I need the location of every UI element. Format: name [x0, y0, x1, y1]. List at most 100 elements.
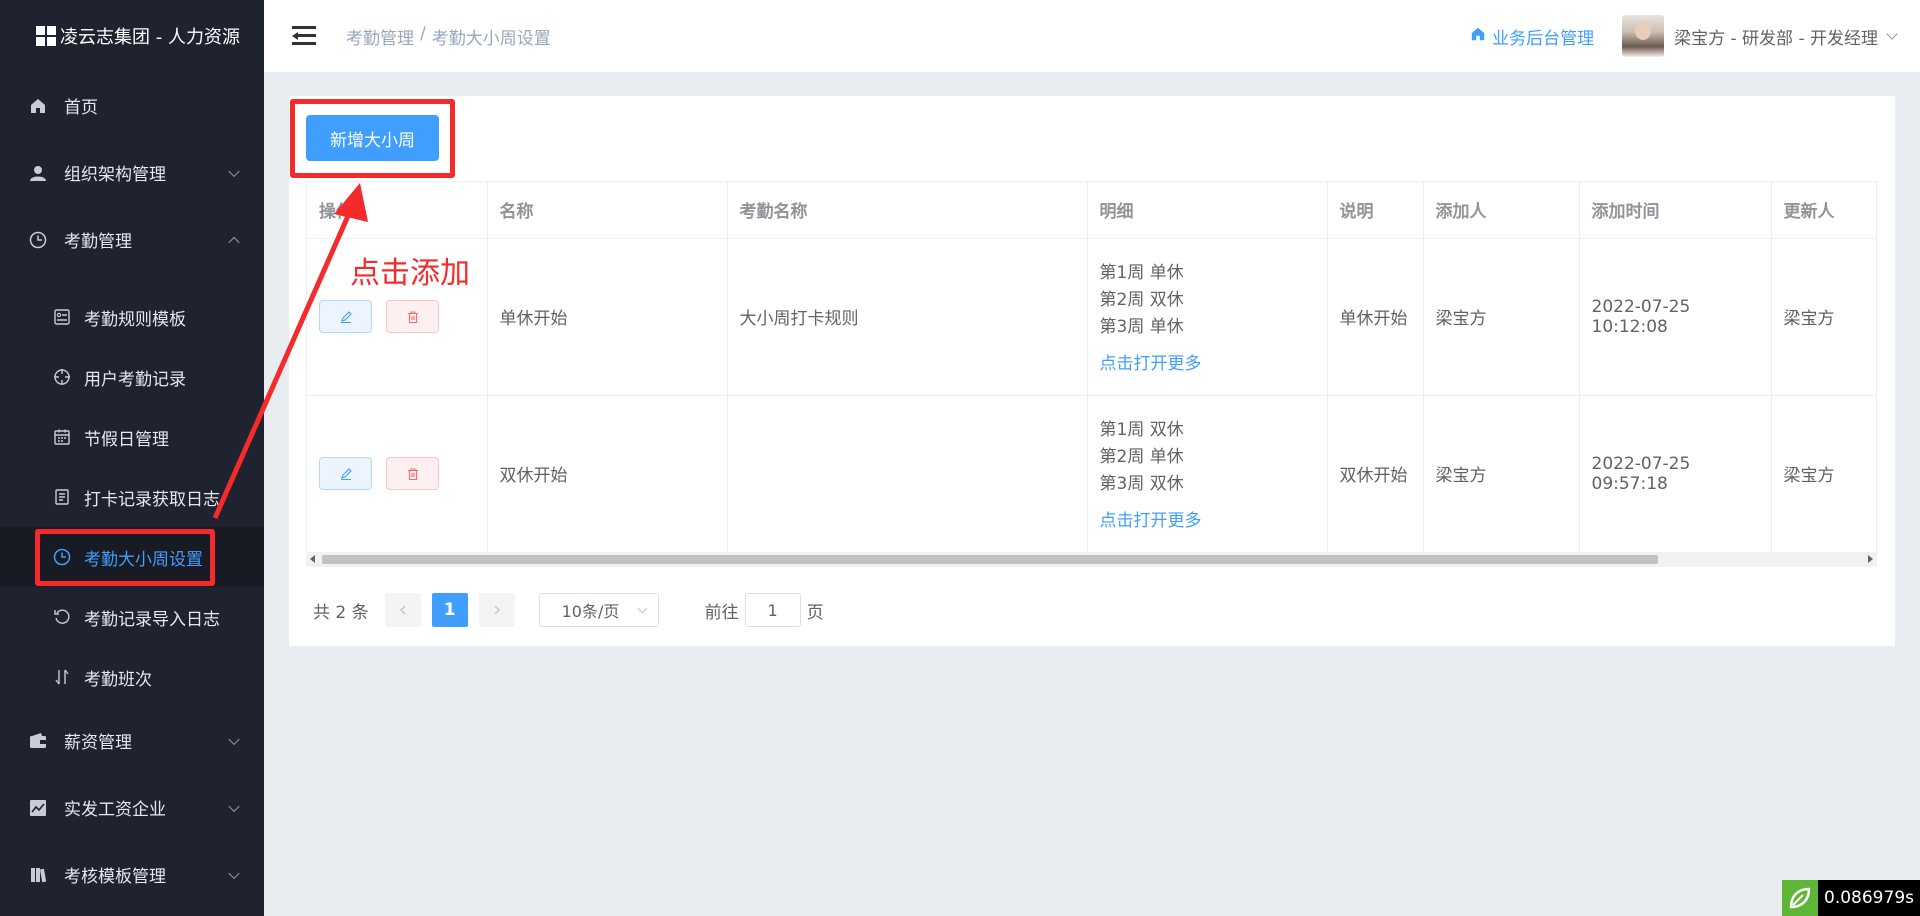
scroll-right-icon[interactable]	[1868, 555, 1873, 563]
breadcrumb: 考勤管理 / 考勤大小周设置	[346, 24, 551, 49]
sidebar-subitem-week-setting[interactable]: 考勤大小周设置	[0, 527, 264, 587]
sidebar-item-assessment[interactable]: 考核模板管理	[0, 841, 264, 908]
detail-cell: 第1周 单休 第2周 双休 第3周 单休 点击打开更多	[1087, 238, 1328, 396]
pagination: 共 2 条 1 10条/页 前往 页	[313, 593, 824, 627]
column-header: 更新人	[1771, 182, 1876, 239]
name-cell: 双休开始	[487, 395, 728, 553]
sidebar-subitem-user-records[interactable]: 用户考勤记录	[0, 347, 264, 407]
sidebar-subitem-label: 打卡记录获取日志	[84, 489, 220, 510]
show-more-link[interactable]: 点击打开更多	[1100, 349, 1315, 374]
delete-button[interactable]	[386, 300, 439, 333]
edit-icon	[340, 310, 352, 323]
scrollbar-thumb[interactable]	[322, 555, 1658, 564]
sidebar-item-label: 考核模板管理	[64, 867, 166, 887]
user-icon	[28, 163, 48, 183]
sidebar-item-label: 薪资管理	[64, 733, 132, 753]
sidebar-item-label: 首页	[64, 98, 98, 118]
name-cell: 单休开始	[487, 238, 728, 396]
brand-title: 凌云志集团 - 人力资源	[60, 27, 240, 48]
trash-icon	[407, 467, 418, 480]
chevron-down-icon	[228, 800, 240, 812]
updater-cell: 梁宝方	[1771, 238, 1876, 396]
detail-line: 第1周 单休	[1099, 262, 1184, 283]
sidebar-item-label: 实发工资企业	[64, 800, 166, 820]
edit-icon	[340, 467, 352, 480]
show-more-link[interactable]: 点击打开更多	[1100, 506, 1315, 531]
page-suffix: 页	[806, 602, 824, 623]
goto-label: 前往	[704, 602, 739, 623]
column-header: 说明	[1327, 182, 1424, 239]
goto-page-input[interactable]	[744, 593, 801, 627]
sidebar-subitem-label: 考勤规则模板	[84, 309, 186, 330]
creator-cell: 梁宝方	[1423, 238, 1580, 396]
sidebar-item-attendance[interactable]: 考勤管理	[0, 206, 264, 273]
time-cell: 2022-07-25 09:57:18	[1579, 395, 1772, 553]
sidebar-subitem-label: 节假日管理	[84, 429, 169, 450]
data-table: 操作 名称 考勤名称 明细 说明 添加人 添加时间 更新人 单休开始 大小周打卡…	[306, 181, 1877, 567]
page-size-select[interactable]: 10条/页	[538, 593, 659, 627]
attendance-submenu: 考勤规则模板 用户考勤记录 节假日管理 打卡记录获取日志 考勤大小周设置 考勤记…	[0, 273, 264, 707]
horizontal-scrollbar[interactable]	[306, 552, 1877, 567]
menu-toggle-icon[interactable]	[292, 26, 316, 46]
sidebar-item-org[interactable]: 组织架构管理	[0, 139, 264, 206]
prev-page-button[interactable]	[384, 593, 421, 627]
sidebar-item-payroll-company[interactable]: 实发工资企业	[0, 774, 264, 841]
annotation-highlight-box	[35, 529, 215, 586]
wallet-icon	[28, 731, 48, 751]
sidebar-item-home[interactable]: 首页	[0, 72, 264, 139]
main-card: 新增大小周 操作 名称 考勤名称 明细 说明 添加人 添加时间 更新人 单休开始…	[289, 96, 1895, 646]
sort-icon	[52, 667, 72, 687]
avatar[interactable]	[1622, 15, 1665, 57]
home-icon	[28, 96, 48, 116]
note-cell: 单休开始	[1327, 238, 1424, 396]
clock-icon	[28, 230, 48, 250]
sidebar-subitem-punch-log[interactable]: 打卡记录获取日志	[0, 467, 264, 527]
detail-line: 第2周 双休	[1099, 289, 1184, 310]
updater-cell: 梁宝方	[1771, 395, 1876, 553]
sidebar-subitem-holidays[interactable]: 节假日管理	[0, 407, 264, 467]
breadcrumb-parent[interactable]: 考勤管理	[346, 24, 414, 49]
detail-line: 第3周 双休	[1099, 473, 1184, 494]
table-header-row: 操作 名称 考勤名称 明细 说明 添加人 添加时间 更新人	[307, 182, 1876, 239]
brand: 凌云志集团 - 人力资源	[0, 0, 264, 72]
timer-badge: 0.086979s	[1782, 880, 1920, 916]
chevron-down-icon	[228, 733, 240, 745]
next-page-button[interactable]	[478, 593, 515, 627]
trash-icon	[407, 310, 418, 323]
sidebar-subitem-label: 考勤班次	[84, 669, 152, 690]
scroll-left-icon[interactable]	[310, 555, 315, 563]
header-right: 业务后台管理 梁宝方 - 研发部 - 开发经理	[1470, 0, 1898, 72]
sidebar: 凌云志集团 - 人力资源 首页 组织架构管理 考勤管理 考勤规则模板 用户考勤记…	[0, 0, 264, 916]
creator-cell: 梁宝方	[1423, 395, 1580, 553]
sidebar-subitem-rule-template[interactable]: 考勤规则模板	[0, 287, 264, 347]
chevron-down-icon	[228, 165, 240, 177]
edit-button[interactable]	[319, 457, 372, 490]
sidebar-item-salary[interactable]: 薪资管理	[0, 707, 264, 774]
column-header: 操作	[307, 182, 488, 239]
breadcrumb-separator: /	[420, 23, 426, 44]
chevron-down-icon	[228, 867, 240, 879]
document-icon	[52, 487, 72, 507]
sidebar-subitem-import-log[interactable]: 考勤记录导入日志	[0, 587, 264, 647]
backend-link-label: 业务后台管理	[1492, 28, 1595, 49]
chevron-left-icon	[399, 605, 406, 615]
total-count: 共 2 条	[313, 602, 369, 623]
page-number-button[interactable]: 1	[431, 593, 468, 627]
user-name[interactable]: 梁宝方 - 研发部 - 开发经理	[1674, 24, 1878, 49]
sidebar-subitem-shifts[interactable]: 考勤班次	[0, 647, 264, 707]
delete-button[interactable]	[386, 457, 439, 490]
chevron-down-icon[interactable]	[1886, 27, 1898, 40]
leaf-icon	[1782, 880, 1819, 916]
rule-cell: 大小周打卡规则	[727, 238, 1088, 396]
detail-line: 第3周 单休	[1099, 316, 1184, 337]
table-row: 单休开始 大小周打卡规则 第1周 单休 第2周 双休 第3周 单休 点击打开更多…	[307, 238, 1876, 396]
note-cell: 双休开始	[1327, 395, 1424, 553]
edit-button[interactable]	[319, 300, 372, 333]
timer-value: 0.086979s	[1824, 888, 1914, 908]
backend-admin-link[interactable]: 业务后台管理	[1470, 24, 1594, 49]
page-size-value: 10条/页	[561, 602, 620, 621]
book-icon	[28, 865, 48, 885]
sidebar-subitem-label: 考勤记录导入日志	[84, 609, 220, 630]
grid-logo-icon	[36, 26, 56, 46]
sidebar-item-label: 考勤管理	[64, 232, 132, 252]
